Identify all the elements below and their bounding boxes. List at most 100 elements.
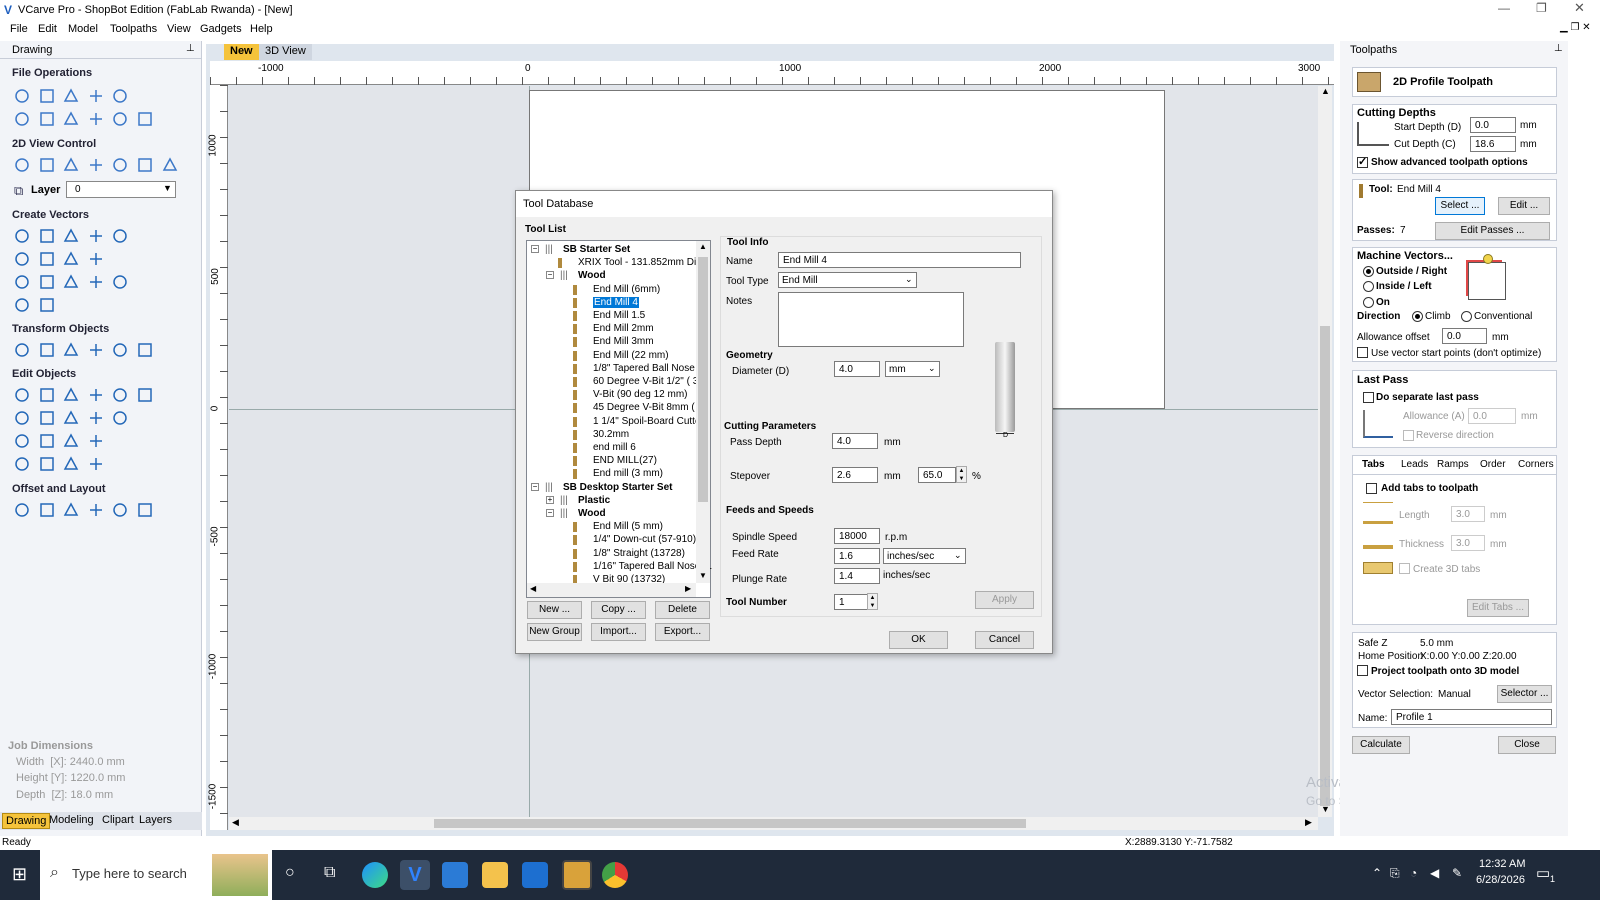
scroll-up-icon[interactable]: ▲ bbox=[699, 242, 707, 251]
tree-tool[interactable]: 1/8" Tapered Ball Nose ( 7 bbox=[593, 363, 709, 374]
climb-radio[interactable] bbox=[1412, 311, 1423, 322]
copy-tool-button[interactable]: Copy ... bbox=[591, 601, 646, 619]
expand-icon[interactable]: + bbox=[546, 495, 554, 504]
tree-tool[interactable]: 45 Degree V-Bit 8mm ( 37 bbox=[593, 402, 709, 413]
tree-tool[interactable]: 30.2mm bbox=[593, 429, 629, 440]
draw-vector-icon[interactable] bbox=[12, 295, 30, 313]
rectangle-icon[interactable] bbox=[61, 226, 79, 244]
new-file-icon[interactable] bbox=[12, 86, 30, 104]
line-icon[interactable] bbox=[61, 431, 79, 449]
tab-tabs[interactable]: Tabs bbox=[1357, 459, 1390, 470]
horizontal-scrollbar[interactable]: ◀ ▶ bbox=[229, 817, 1318, 830]
cortana-icon[interactable]: ○ bbox=[285, 864, 295, 882]
allowance-a-input[interactable]: 0.0 bbox=[1468, 408, 1516, 424]
tool-name-input[interactable]: End Mill 4 bbox=[778, 252, 1021, 268]
new-group-button[interactable]: New Group bbox=[527, 623, 582, 641]
polyline-icon[interactable] bbox=[12, 249, 30, 267]
scroll-right-icon[interactable]: ▶ bbox=[685, 584, 691, 593]
star-icon[interactable] bbox=[110, 226, 128, 244]
tree-tool[interactable]: 1/8" Straight (13728) bbox=[593, 548, 685, 559]
zoom-fit-icon[interactable] bbox=[61, 155, 79, 173]
zoom-box-icon[interactable] bbox=[86, 155, 104, 173]
restore-icon[interactable]: ❐ bbox=[1536, 1, 1547, 15]
volume-icon[interactable]: ◀ bbox=[1430, 866, 1439, 880]
offset-icon[interactable] bbox=[12, 500, 30, 518]
join-icon[interactable] bbox=[12, 408, 30, 426]
copy-icon[interactable] bbox=[61, 109, 79, 127]
cut-depth-input[interactable]: 18.6 bbox=[1470, 136, 1516, 152]
tree-tool[interactable]: End mill (3 mm) bbox=[593, 468, 663, 479]
project-3d-checkbox[interactable] bbox=[1357, 665, 1368, 676]
tab-new[interactable]: New bbox=[224, 44, 259, 60]
measure-icon[interactable] bbox=[37, 295, 55, 313]
view-split-icon[interactable] bbox=[110, 155, 128, 173]
tab-drawing[interactable]: Drawing bbox=[2, 813, 51, 829]
select-icon[interactable] bbox=[12, 385, 30, 403]
tab-3d-view[interactable]: 3D View bbox=[259, 44, 312, 60]
tab-corners[interactable]: Corners bbox=[1518, 459, 1554, 470]
tree-tool[interactable]: End Mill (6mm) bbox=[593, 284, 660, 295]
circle-icon[interactable] bbox=[12, 226, 30, 244]
create-3d-tabs-checkbox[interactable] bbox=[1399, 563, 1410, 574]
tab-length-input[interactable]: 3.0 bbox=[1451, 506, 1485, 522]
stepover-spinner[interactable]: ▲ ▼ bbox=[956, 466, 967, 483]
open-folder-icon[interactable] bbox=[86, 86, 104, 104]
taskbar-search[interactable]: ⌕ Type here to search bbox=[40, 850, 272, 900]
open-file-icon[interactable] bbox=[37, 86, 55, 104]
nest-icon[interactable] bbox=[37, 500, 55, 518]
grid-array-icon[interactable] bbox=[110, 500, 128, 518]
trim-icon[interactable] bbox=[61, 408, 79, 426]
toolpath-name-input[interactable]: Profile 1 bbox=[1391, 709, 1552, 725]
conventional-radio[interactable] bbox=[1461, 311, 1472, 322]
transform-center-icon[interactable] bbox=[135, 340, 153, 358]
redo-icon[interactable] bbox=[135, 109, 153, 127]
tree-tool[interactable]: End Mill 1.5 bbox=[593, 310, 645, 321]
collapse-icon[interactable]: − bbox=[546, 509, 554, 517]
weld-icon[interactable] bbox=[37, 408, 55, 426]
export-button[interactable]: Export... bbox=[655, 623, 710, 641]
curve-icon[interactable] bbox=[61, 249, 79, 267]
view-toggle-icon[interactable] bbox=[135, 155, 153, 173]
stepover-percent-input[interactable]: 65.0 bbox=[918, 467, 956, 483]
vertical-scrollbar[interactable]: ▲ ▼ bbox=[1318, 86, 1332, 817]
menu-file[interactable]: File bbox=[10, 23, 28, 35]
spindle-speed-input[interactable]: 18000 bbox=[834, 528, 880, 544]
text-on-curve-icon[interactable] bbox=[61, 272, 79, 290]
select-tool-button[interactable]: Select ... bbox=[1435, 197, 1485, 215]
stepover-input[interactable]: 2.6 bbox=[832, 467, 878, 483]
interactive-select-icon[interactable] bbox=[61, 385, 79, 403]
tree-tool[interactable]: END MILL(27) bbox=[593, 455, 657, 466]
tool-tree[interactable]: − ||| SB Starter Set XRIX Tool - 131.852mm … bbox=[526, 240, 712, 598]
mdi-controls[interactable]: ▁ ❐ ✕ bbox=[1560, 22, 1591, 33]
pass-depth-input[interactable]: 4.0 bbox=[832, 433, 878, 449]
collapse-icon[interactable]: − bbox=[531, 245, 539, 253]
tool-type-dropdown[interactable]: End Mill ⌄ bbox=[778, 272, 917, 288]
tree-tool[interactable]: 1/4" Down-cut (57-910) bbox=[593, 534, 696, 545]
separate-last-pass-checkbox[interactable] bbox=[1363, 392, 1374, 403]
scroll-up-icon[interactable]: ▲ bbox=[1321, 86, 1330, 96]
text-box-icon[interactable] bbox=[37, 272, 55, 290]
menu-gadgets[interactable]: Gadgets bbox=[200, 23, 242, 35]
on-radio[interactable] bbox=[1363, 297, 1374, 308]
select-all-icon[interactable] bbox=[12, 109, 30, 127]
tab-modeling[interactable]: Modeling bbox=[49, 814, 94, 826]
vcarve-taskbar-icon[interactable]: V bbox=[400, 860, 430, 890]
vector-texture-icon[interactable] bbox=[12, 454, 30, 472]
ellipse-icon[interactable] bbox=[37, 226, 55, 244]
align-icon[interactable] bbox=[61, 340, 79, 358]
ok-button[interactable]: OK bbox=[889, 631, 948, 649]
outlook-icon[interactable] bbox=[522, 862, 548, 888]
text-icon[interactable] bbox=[12, 272, 30, 290]
group-icon[interactable] bbox=[86, 385, 104, 403]
tool-number-spinner[interactable]: ▲ ▼ bbox=[867, 593, 878, 610]
feed-rate-input[interactable]: 1.6 bbox=[834, 548, 880, 564]
array-icon[interactable] bbox=[61, 500, 79, 518]
cancel-button[interactable]: Cancel bbox=[975, 631, 1034, 649]
tool-number-input[interactable]: 1 bbox=[834, 594, 868, 610]
vector-start-checkbox[interactable] bbox=[1357, 347, 1368, 358]
plunge-rate-input[interactable]: 1.4 bbox=[834, 568, 880, 584]
chrome-icon[interactable] bbox=[602, 862, 628, 888]
close-icon[interactable]: ✕ bbox=[1574, 0, 1585, 16]
edge-icon[interactable] bbox=[362, 862, 388, 888]
menu-help[interactable]: Help bbox=[250, 23, 273, 35]
